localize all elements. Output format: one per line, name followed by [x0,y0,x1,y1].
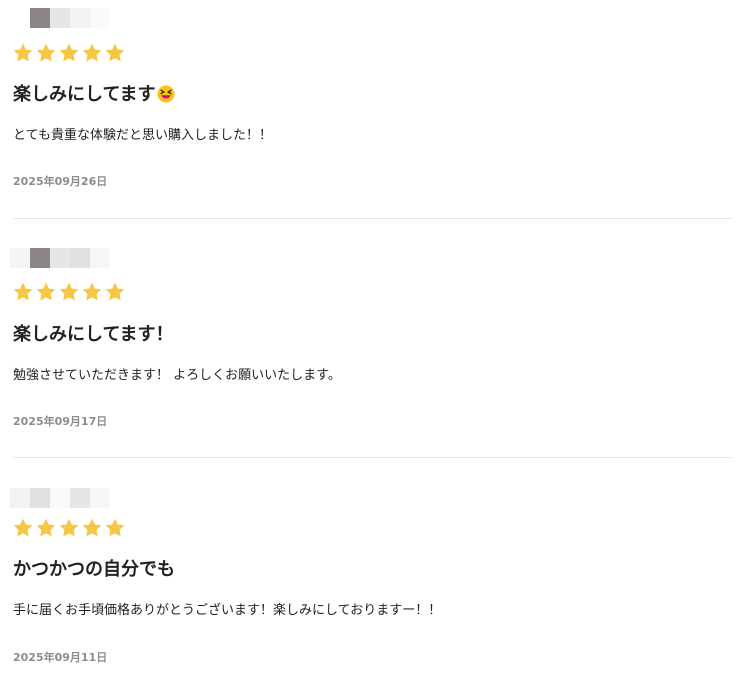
reviewer-avatar [10,248,110,268]
star-icon [36,282,56,301]
review-date: 2025年09月26日 [13,175,108,188]
review-body: 勉強させていただきます！ よろしくお願いいたします。 [13,368,341,383]
rating-stars [12,281,126,303]
star-icon [13,282,33,301]
star-icon [105,282,125,301]
review-divider [13,218,733,219]
review-divider [13,457,733,458]
reviewer-avatar [10,8,110,28]
star-icon [13,43,33,62]
rating-stars [12,517,126,539]
star-icon [105,43,125,62]
review-title-text: 楽しみにしてます [13,84,156,105]
laughing-squinting-emoji-icon [157,85,175,103]
review-body: とても貴重な体験だと思い購入しました！！ [13,128,272,143]
star-icon [59,518,79,537]
review-title: 楽しみにしてます！ [13,324,174,345]
star-icon [36,518,56,537]
review-list: 楽しみにしてます とても貴重な体験だと思い購入しました！！ 2025年09月26… [0,0,748,688]
review-body: 手に届くお手頃価格ありがとうございます！楽しみにしておりますー！！ [13,603,442,618]
review-title: 楽しみにしてます [13,84,175,106]
reviewer-avatar [10,488,110,508]
review-title: かつかつの自分でも [13,559,175,580]
star-icon [82,518,102,537]
review-date: 2025年09月11日 [13,651,108,664]
star-icon [59,43,79,62]
star-icon [13,518,33,537]
star-icon [105,518,125,537]
star-icon [59,282,79,301]
star-icon [82,282,102,301]
star-icon [36,43,56,62]
review-date: 2025年09月17日 [13,415,108,428]
rating-stars [12,42,126,64]
star-icon [82,43,102,62]
